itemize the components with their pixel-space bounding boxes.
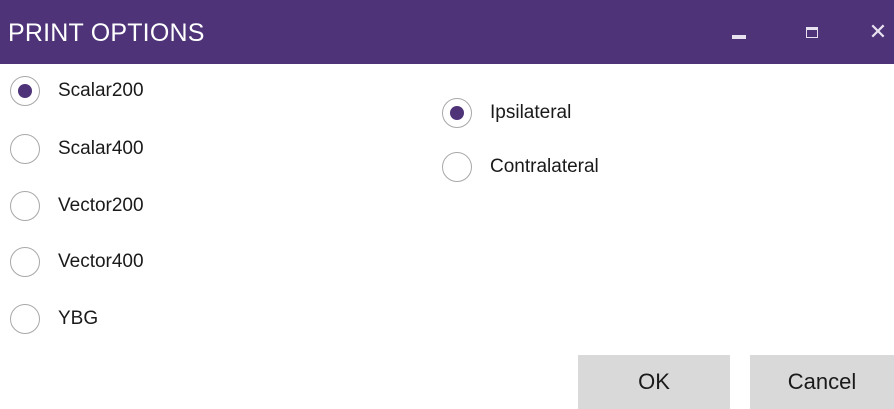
radio-button[interactable] <box>442 152 472 182</box>
close-button[interactable]: ✕ <box>858 14 894 50</box>
ok-button[interactable]: OK <box>578 355 730 409</box>
print-options-dialog: PRINT OPTIONS ✕ Scalar200 Scalar400 Vect… <box>0 0 894 409</box>
maximize-button[interactable] <box>792 14 832 50</box>
radio-label: Scalar200 <box>58 80 144 101</box>
radio-button[interactable] <box>10 76 40 106</box>
radio-button[interactable] <box>442 98 472 128</box>
radio-option-vector400[interactable]: Vector400 <box>10 247 144 277</box>
minimize-icon <box>732 35 746 39</box>
radio-option-scalar400[interactable]: Scalar400 <box>10 134 144 164</box>
radio-label: Contralateral <box>490 156 599 177</box>
radio-label: YBG <box>58 308 99 329</box>
close-icon: ✕ <box>868 19 888 44</box>
radio-button[interactable] <box>10 134 40 164</box>
radio-option-scalar200[interactable]: Scalar200 <box>10 76 144 106</box>
title-bar[interactable]: PRINT OPTIONS ✕ <box>0 0 894 64</box>
radio-button[interactable] <box>10 247 40 277</box>
maximize-icon <box>806 26 818 38</box>
radio-button[interactable] <box>10 191 40 221</box>
radio-option-vector200[interactable]: Vector200 <box>10 191 144 221</box>
radio-label: Ipsilateral <box>490 102 572 123</box>
window-title: PRINT OPTIONS <box>8 19 205 47</box>
radio-label: Scalar400 <box>58 138 144 159</box>
minimize-button[interactable] <box>719 14 759 50</box>
radio-option-ybg[interactable]: YBG <box>10 304 98 334</box>
radio-option-ipsilateral[interactable]: Ipsilateral <box>442 98 571 128</box>
radio-selected-dot <box>450 106 464 120</box>
radio-option-contralateral[interactable]: Contralateral <box>442 152 599 182</box>
radio-label: Vector200 <box>58 195 144 216</box>
radio-selected-dot <box>18 84 32 98</box>
radio-button[interactable] <box>10 304 40 334</box>
cancel-button[interactable]: Cancel <box>750 355 894 409</box>
radio-label: Vector400 <box>58 251 144 272</box>
